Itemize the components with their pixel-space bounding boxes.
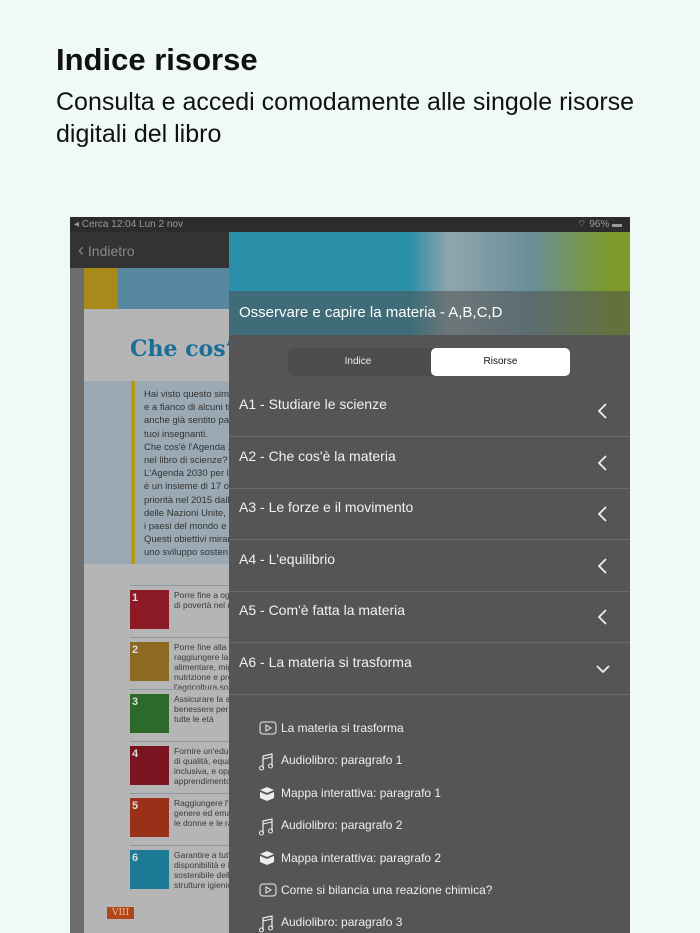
chapter-row[interactable]: A6 - La materia si trasforma [229,643,630,695]
resource-item[interactable]: Come si bilancia una reazione chimica? [259,880,492,900]
status-bar: ◂ Cerca 12:04 Lun 2 nov ⌔ 96% ▬ [70,217,630,232]
chapter-row[interactable]: A2 - Che cos'è la materia [229,437,630,489]
page-number: VIII [107,907,135,919]
book-text-line: è un insieme di 17 ob [144,481,235,493]
chevron-left-icon: ‹ [78,240,84,260]
book-text-line: Hai visto questo simb [144,389,235,400]
resource-item[interactable]: Audiolibro: paragrafo 1 [259,750,403,771]
tab-indice[interactable]: Indice [288,348,428,376]
video-icon [259,883,277,899]
sdg-goal-icon: 5 [130,798,169,837]
book-text-line: Questi obiettivi mirar [144,534,231,546]
tab-risorse[interactable]: Risorse [431,348,570,376]
book-page: Che cos’è Hai visto questo simb e a fianc… [84,268,275,933]
chapter-label: A1 - Studiare le scienze [239,396,387,412]
sdg-goal-icon: 1 [130,590,169,629]
sdg-goal-icon: 6 [130,850,169,889]
resource-label: La materia si trasforma [281,721,404,735]
resource-item[interactable]: La materia si trasforma [259,718,404,738]
book-text-line: nel libro di scienze? [144,455,228,467]
chevron-left-icon[interactable] [596,504,610,524]
resource-label: Audiolibro: paragrafo 1 [281,753,403,768]
battery-status: ⌔ 96% ▬ [577,219,622,230]
book-text-line: tuoi insegnanti. [144,428,208,440]
chapter-label: A6 - La materia si trasforma [239,654,412,670]
resource-label: Mappa interattiva: paragrafo 2 [281,850,442,865]
chapter-label: A4 - L'equilibrio [239,550,336,567]
sdg-goal-text: Garantire a tutti disponibilità e la sos… [174,850,237,890]
resource-label: Audiolibro: paragrafo 3 [281,915,403,930]
book-text-line: i paesi del mondo e h [144,521,235,533]
chapter-row[interactable]: A1 - Studiare le scienze [229,385,630,437]
back-button[interactable]: ‹ Indietro [78,240,135,260]
resource-item[interactable]: Mappa interattiva: paragrafo 1 [259,783,441,803]
sdg-goal-icon: 4 [130,746,169,785]
book-text-line: anche già sentito par [144,415,233,427]
tablet-screenshot: ◂ Cerca 12:04 Lun 2 nov ⌔ 96% ▬ ‹ Indiet… [70,217,630,933]
chevron-down-icon[interactable] [596,659,610,679]
chevron-left-icon[interactable] [596,401,610,421]
chevron-left-icon[interactable] [596,607,610,627]
book-text-line: delle Nazioni Unite, c [144,507,234,519]
chapter-label: A3 - Le forze e il movimento [239,499,414,516]
page-subtitle: Consulta e accedi comodamente alle singo… [56,88,635,148]
chevron-left-icon[interactable] [596,556,610,576]
map-box-icon [259,850,277,866]
book-text-line: e a fianco di alcuni tit [144,402,233,414]
resource-label: Come si bilancia una reazione chimica? [281,883,493,897]
resource-label: Mappa interattiva: paragrafo 1 [281,785,442,800]
music-note-icon [259,818,277,836]
resource-item[interactable]: Audiolibro: paragrafo 2 [259,815,403,836]
map-box-icon [259,786,277,802]
book-text-line: Che cos'è l'Agenda 2 [144,441,234,453]
segmented-control: Indice Risorse [288,348,570,376]
music-note-icon [259,915,277,933]
status-left: ◂ Cerca 12:04 Lun 2 nov [74,219,183,230]
chapter-row[interactable]: A5 - Com'è fatta la materia [229,591,630,644]
resource-label: Audiolibro: paragrafo 2 [281,818,403,833]
book-text-line: uno sviluppo sosten [144,547,228,559]
chapter-label: A5 - Com'è fatta la materia [239,602,406,619]
music-note-icon [259,753,277,771]
video-icon [259,721,277,737]
chevron-left-icon[interactable] [596,453,610,473]
resource-item[interactable]: Mappa interattiva: paragrafo 2 [259,848,441,868]
page-title: Indice risorse [56,42,258,77]
book-text-line: L'Agenda 2030 per l [144,468,229,480]
sdg-goal-icon: 2 [130,642,169,681]
book-text-line: priorità nel 2015 dall [144,494,230,506]
book-textbox: Hai visto questo simb e a fianco di alcun… [84,381,234,564]
chapter-row[interactable]: A4 - L'equilibrio [229,540,630,592]
sdg-goal-icon: 3 [130,694,169,733]
sdg-goal-text: Porre fine alla fa raggiungere la si ali… [174,642,237,692]
resources-panel: Osservare e capire la materia - A,B,C,D … [229,232,630,933]
sdg-goal-text: Porre fine a ogni di povertà nel m [174,590,236,610]
resource-item[interactable]: Audiolibro: paragrafo 3 [259,912,403,933]
chapter-label: A2 - Che cos'è la materia [239,447,396,464]
chapter-row[interactable]: A3 - Le forze e il movimento [229,488,630,541]
panel-title: Osservare e capire la materia - A,B,C,D [239,304,503,321]
